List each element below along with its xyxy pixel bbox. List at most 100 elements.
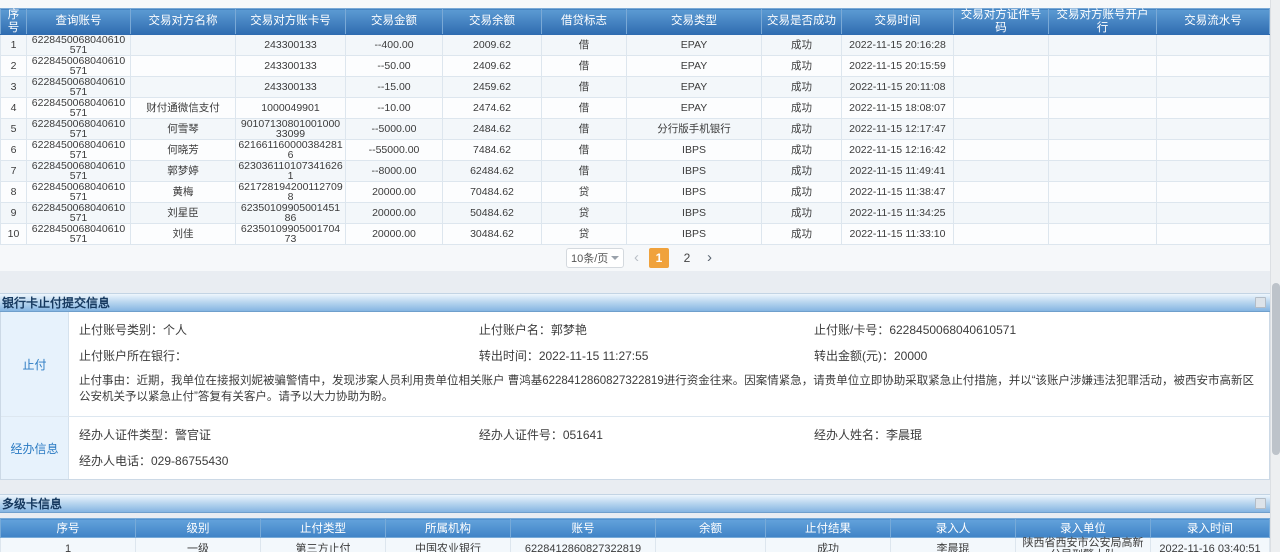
collapse-icon[interactable]: [1255, 297, 1266, 308]
table-cell: 9010713080100100033099: [236, 119, 346, 140]
column-header: 序号: [1, 9, 27, 35]
column-header: 交易对方账卡号: [236, 9, 346, 35]
table-cell: 刘星臣: [131, 203, 236, 224]
column-header: 交易是否成功: [762, 9, 842, 35]
field-bank: 止付账户所在银行：: [79, 347, 479, 364]
table-cell: [1049, 224, 1157, 245]
table-cell: [1049, 182, 1157, 203]
table-cell: 2: [1, 56, 27, 77]
field-agent-cert-type: 经办人证件类型：警官证: [79, 426, 479, 443]
vertical-scrollbar[interactable]: [1270, 0, 1280, 552]
collapse-icon[interactable]: [1255, 498, 1266, 509]
table-row: 106228450068040610571刘佳62350109905001704…: [1, 224, 1270, 245]
page-button-1[interactable]: 1: [649, 248, 669, 268]
table-cell: 6230361101073416261: [236, 161, 346, 182]
next-page-button[interactable]: ›: [705, 249, 714, 267]
table-cell: 1: [1, 35, 27, 56]
agent-fields: 经办人证件类型：警官证 经办人证件号：051641 经办人姓名：李晨琨 经办人电…: [79, 421, 1255, 475]
table-cell: [1049, 56, 1157, 77]
table-row: 66228450068040610571何晓芳62166116000038428…: [1, 140, 1270, 161]
page-size-select[interactable]: 10条/页: [566, 248, 624, 268]
table-cell: 2474.62: [443, 98, 542, 119]
transaction-table-body: 16228450068040610571243300133--400.00200…: [1, 35, 1270, 245]
field-agent-phone: 经办人电话：029-86755430: [79, 452, 479, 469]
table-cell: [1157, 203, 1270, 224]
table-cell: 借: [542, 35, 627, 56]
table-cell: [1157, 140, 1270, 161]
prev-page-button[interactable]: ‹: [632, 249, 641, 267]
table-cell: 6228412860827322819: [511, 538, 656, 552]
scrollbar-thumb[interactable]: [1272, 283, 1280, 455]
table-cell: --400.00: [346, 35, 443, 56]
table-cell: 6228450068040610571: [27, 182, 131, 203]
column-header: 借贷标志: [542, 9, 627, 35]
table-cell: 陕西省西安市公安局高新分局刑警大队: [1016, 538, 1151, 552]
column-header: 所属机构: [386, 519, 511, 538]
table-cell: 李晨琨: [891, 538, 1016, 552]
table-cell: 6228450068040610571: [27, 224, 131, 245]
table-cell: 20000.00: [346, 224, 443, 245]
transaction-panel: 序号查询账号交易对方名称交易对方账卡号交易金额交易余额借贷标志交易类型交易是否成…: [0, 0, 1280, 271]
agent-group: 经办信息 经办人证件类型：警官证 经办人证件号：051641 经办人姓名：李晨琨…: [1, 417, 1269, 479]
page-button-2[interactable]: 2: [677, 248, 697, 268]
table-row: 1一级第三方止付中国农业银行6228412860827322819成功李晨琨陕西…: [1, 538, 1270, 552]
table-cell: 借: [542, 77, 627, 98]
column-header: 余额: [656, 519, 766, 538]
table-cell: 30484.62: [443, 224, 542, 245]
column-header: 录入时间: [1151, 519, 1270, 538]
table-cell: 243300133: [236, 77, 346, 98]
table-cell: [1157, 98, 1270, 119]
stop-pay-group-label: 止付: [1, 312, 69, 416]
table-cell: 2009.62: [443, 35, 542, 56]
table-cell: [1049, 98, 1157, 119]
table-cell: 6228450068040610571: [27, 140, 131, 161]
table-cell: 6216611600003842816: [236, 140, 346, 161]
field-card-number: 止付账/卡号：6228450068040610571: [814, 321, 1255, 338]
section-title: 多级卡信息: [2, 495, 62, 512]
table-cell: 2484.62: [443, 119, 542, 140]
table-cell: [954, 140, 1049, 161]
table-cell: [954, 35, 1049, 56]
table-cell: IBPS: [627, 182, 762, 203]
table-cell: 成功: [762, 119, 842, 140]
table-cell: 成功: [762, 161, 842, 182]
stop-pay-fields: 止付账号类别：个人 止付账户名：郭梦艳 止付账/卡号：6228450068040…: [79, 316, 1255, 370]
table-row: 56228450068040610571何雪琴90107130801001000…: [1, 119, 1270, 140]
table-row: 96228450068040610571刘星臣62350109905001451…: [1, 203, 1270, 224]
table-cell: 8: [1, 182, 27, 203]
table-cell: 6228450068040610571: [27, 56, 131, 77]
table-cell: EPAY: [627, 98, 762, 119]
table-cell: 成功: [762, 77, 842, 98]
table-cell: 6: [1, 140, 27, 161]
header-row: 序号查询账号交易对方名称交易对方账卡号交易金额交易余额借贷标志交易类型交易是否成…: [1, 9, 1270, 35]
table-cell: [1049, 35, 1157, 56]
table-cell: 2022-11-15 11:38:47: [842, 182, 954, 203]
stop-pay-group-content: 止付账号类别：个人 止付账户名：郭梦艳 止付账/卡号：6228450068040…: [69, 312, 1269, 416]
table-cell: [1157, 119, 1270, 140]
chevron-down-icon: [611, 256, 619, 260]
table-cell: 郭梦婷: [131, 161, 236, 182]
table-cell: 7484.62: [443, 140, 542, 161]
table-cell: 成功: [762, 35, 842, 56]
table-cell: 70484.62: [443, 182, 542, 203]
table-cell: IBPS: [627, 140, 762, 161]
table-cell: --5000.00: [346, 119, 443, 140]
multi-card-table-body: 1一级第三方止付中国农业银行6228412860827322819成功李晨琨陕西…: [1, 538, 1270, 552]
table-cell: [1157, 77, 1270, 98]
table-cell: 2022-11-15 18:08:07: [842, 98, 954, 119]
table-row: 16228450068040610571243300133--400.00200…: [1, 35, 1270, 56]
field-transfer-amount: 转出金额(元)：20000: [814, 347, 1255, 364]
table-cell: 贷: [542, 203, 627, 224]
table-cell: 5: [1, 119, 27, 140]
table-cell: [1049, 140, 1157, 161]
table-cell: 借: [542, 56, 627, 77]
table-cell: 9: [1, 203, 27, 224]
table-cell: [954, 161, 1049, 182]
table-cell: 黄梅: [131, 182, 236, 203]
table-cell: [1157, 56, 1270, 77]
table-row: 76228450068040610571郭梦婷62303611010734162…: [1, 161, 1270, 182]
transaction-table: 序号查询账号交易对方名称交易对方账卡号交易金额交易余额借贷标志交易类型交易是否成…: [0, 8, 1270, 245]
column-header: 级别: [136, 519, 261, 538]
table-cell: 10: [1, 224, 27, 245]
table-cell: 6235010990500170473: [236, 224, 346, 245]
